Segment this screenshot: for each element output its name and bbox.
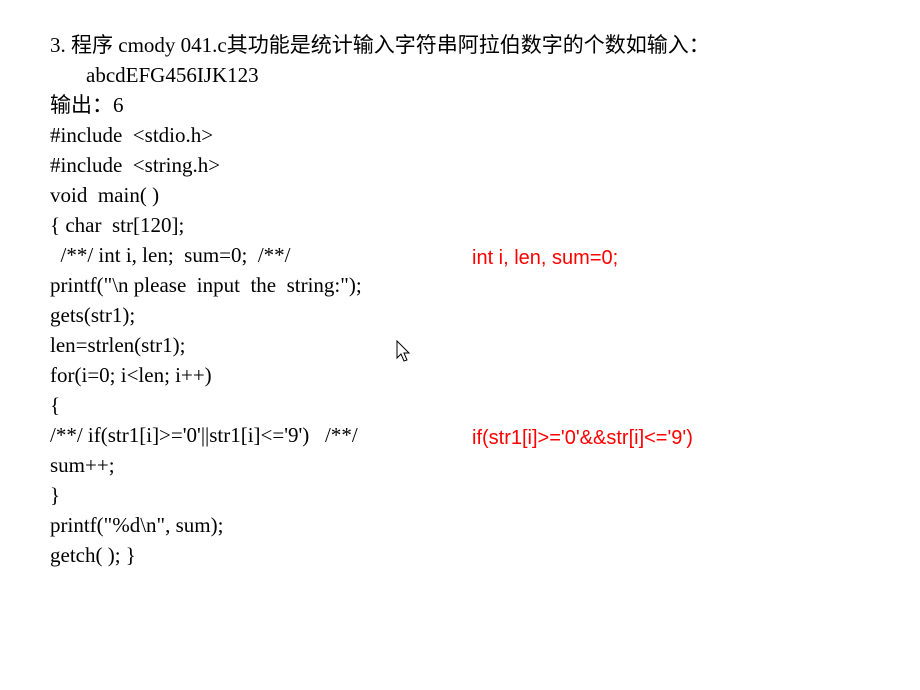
output-line: 输出：6: [50, 90, 870, 120]
code-line-8: len=strlen(str1);: [50, 330, 870, 360]
code-line-10: {: [50, 390, 870, 420]
code-line-6: printf("\n please input the string:");: [50, 270, 870, 300]
code-line-2: #include <string.h>: [50, 150, 870, 180]
correction-annotation-2: if(str1[i]>='0'&&str[i]<='9'): [472, 427, 693, 450]
cursor-icon: [396, 340, 412, 364]
question-line1: 3. 程序 cmody 041.c其功能是统计输入字符串阿拉伯数字的个数如输入：: [50, 30, 870, 60]
code-line-1: #include <stdio.h>: [50, 120, 870, 150]
code-line-7: gets(str1);: [50, 300, 870, 330]
correction-annotation-1: int i, len, sum=0;: [472, 247, 618, 270]
question-text1: 程序 cmody 041.c其功能是统计输入字符串阿拉伯数字的个数如输入：: [71, 33, 710, 57]
code-line-15: getch( ); }: [50, 540, 870, 570]
code-line-5: /**/ int i, len; sum=0; /**/: [50, 240, 870, 270]
code-line-11: /**/ if(str1[i]>='0'||str1[i]<='9') /**/: [50, 420, 870, 450]
question-number: 3.: [50, 33, 66, 57]
code-line-12: sum++;: [50, 450, 870, 480]
code-line-3: void main( ): [50, 180, 870, 210]
code-line-14: printf("%d\n", sum);: [50, 510, 870, 540]
code-line-9: for(i=0; i<len; i++): [50, 360, 870, 390]
slide-content: 3. 程序 cmody 041.c其功能是统计输入字符串阿拉伯数字的个数如输入：…: [0, 0, 920, 600]
question-line2: abcdEFG456IJK123: [50, 60, 870, 90]
code-line-4: { char str[120];: [50, 210, 870, 240]
code-line-13: }: [50, 480, 870, 510]
